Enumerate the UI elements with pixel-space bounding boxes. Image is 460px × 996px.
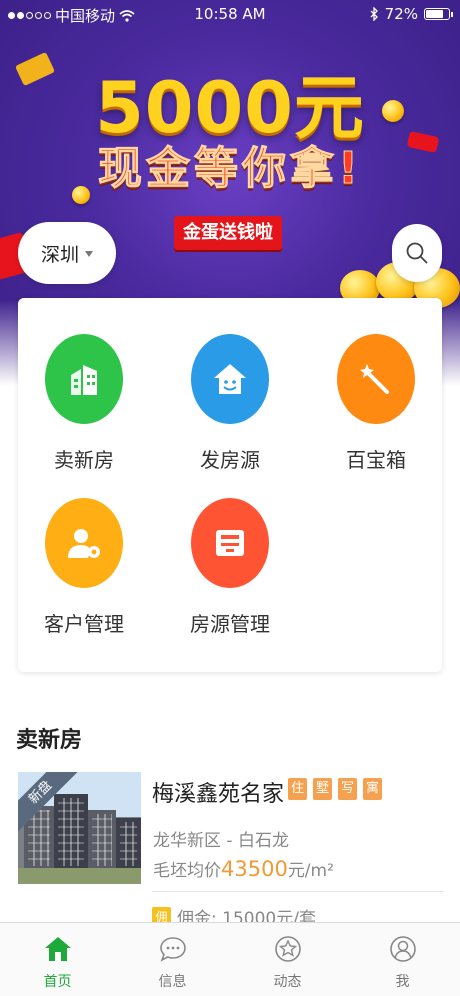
- listing-address: 龙华新区 - 白石龙: [153, 831, 289, 851]
- tab-me[interactable]: 我: [345, 923, 460, 996]
- tag-apartment: 寓: [363, 778, 382, 800]
- tab-label: 首页: [43, 974, 72, 990]
- file-cabinet-icon: [191, 498, 269, 588]
- promo-headline: 现金等你拿!: [97, 143, 363, 195]
- feature-menu: 卖新房 发房源 百宝箱 客户管理 房源管理: [18, 298, 442, 672]
- search-icon: [406, 242, 428, 264]
- dropdown-caret-icon: [85, 251, 93, 257]
- menu-item-listing-management[interactable]: 房源管理: [160, 498, 300, 637]
- bluetooth-icon: [370, 7, 378, 21]
- listing-price: 毛坯均价43500元/m²: [153, 856, 334, 881]
- status-bar: 中国移动 10:58 AM 72%: [0, 0, 460, 28]
- menu-item-toolbox[interactable]: 百宝箱: [306, 334, 446, 473]
- city-selector[interactable]: 深圳: [18, 222, 116, 284]
- search-button[interactable]: [392, 224, 442, 282]
- customer-gear-icon: [45, 498, 123, 588]
- menu-item-label: 房源管理: [190, 612, 270, 636]
- tag-office: 写: [338, 778, 357, 800]
- city-label: 深圳: [40, 243, 79, 266]
- menu-item-label: 百宝箱: [346, 448, 406, 472]
- building-icon: [45, 334, 123, 424]
- tag-residential: 住: [288, 778, 307, 800]
- star-circle-icon: [273, 933, 303, 965]
- tag-villa: 墅: [313, 778, 332, 800]
- section-title: 卖新房: [16, 728, 83, 753]
- divider: [152, 891, 444, 892]
- magic-wand-icon: [337, 334, 415, 424]
- tab-label: 动态: [273, 974, 302, 990]
- menu-item-sell-new-house[interactable]: 卖新房: [14, 334, 154, 473]
- user-icon: [388, 933, 418, 965]
- menu-item-customer-management[interactable]: 客户管理: [14, 498, 154, 637]
- battery-percent: 72%: [384, 5, 418, 23]
- tab-label: 信息: [158, 974, 187, 990]
- listing-photo: 新盘: [18, 772, 141, 884]
- tab-bar: 首页 信息 动态 我: [0, 922, 460, 996]
- promo-tag: 金蛋送钱啦: [174, 216, 282, 250]
- menu-item-label: 客户管理: [44, 612, 124, 636]
- price-unit: 元/m²: [287, 861, 334, 881]
- listing-card[interactable]: 新盘 梅溪鑫苑名家 住 墅 写 寓 龙华新区 - 白石龙 毛坯均价43500元/…: [16, 770, 444, 929]
- chat-bubble-icon: [158, 933, 188, 965]
- menu-item-post-listing[interactable]: 发房源: [160, 334, 300, 473]
- property-type-tags: 住 墅 写 寓: [288, 778, 382, 800]
- menu-item-label: 发房源: [200, 448, 260, 472]
- listing-name: 梅溪鑫苑名家: [152, 782, 285, 807]
- tab-feed[interactable]: 动态: [230, 923, 345, 996]
- price-prefix: 毛坯均价: [153, 861, 221, 881]
- price-value: 43500: [221, 857, 288, 881]
- house-smile-icon: [191, 334, 269, 424]
- home-icon: [43, 933, 73, 965]
- menu-item-label: 卖新房: [54, 448, 114, 472]
- battery-icon: [424, 8, 453, 20]
- tab-home[interactable]: 首页: [0, 923, 115, 996]
- tab-label: 我: [395, 974, 410, 990]
- tab-messages[interactable]: 信息: [115, 923, 230, 996]
